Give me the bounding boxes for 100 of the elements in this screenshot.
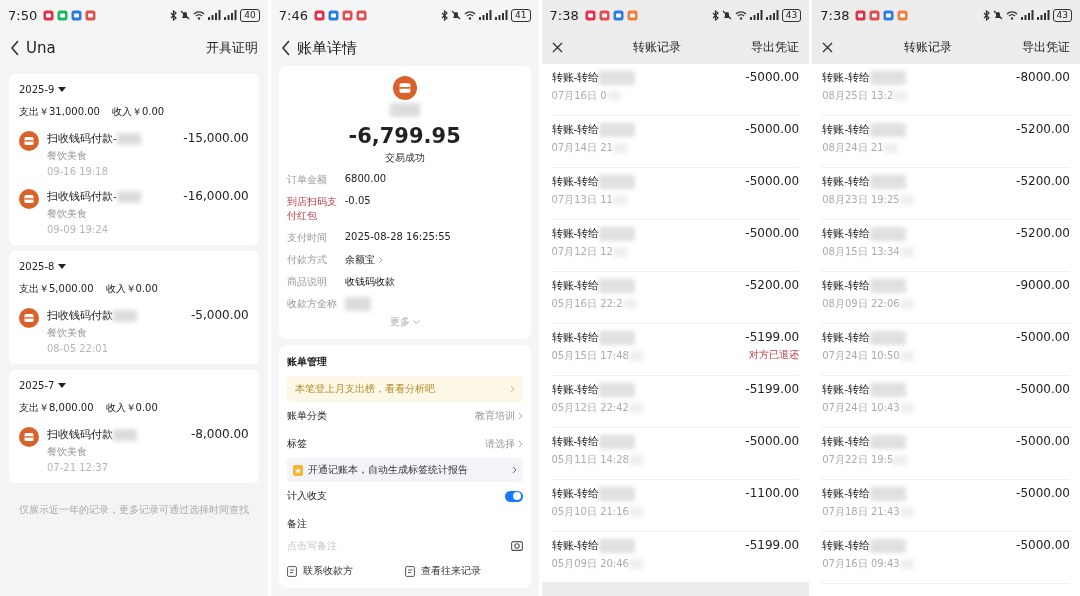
close-icon[interactable] [551,41,563,53]
contact-payee-link[interactable]: 联系收款方 [286,565,405,578]
signal-icon [765,10,779,20]
transfer-date: 05月10日 21:16 [551,505,629,519]
chevron-right-icon [509,385,515,393]
income-total: 收入￥0.00 [105,401,158,415]
app-notification-icon [327,9,339,21]
signal-icon [479,10,493,20]
history-link[interactable]: 查看往来记录 [404,565,523,578]
field-value: 6800.00 [344,173,387,184]
row-label: 计入收支 [286,489,328,503]
section-title: 账单管理 [286,355,328,369]
transfer-row[interactable]: 转账-转给 08月15日 13:34 -5200.00 [822,220,1070,272]
redaction-blur [113,428,137,441]
redaction-blur [389,103,420,117]
redaction-blur [870,434,907,449]
transaction-row[interactable]: 扫收钱码付款- 餐饮美食 09-16 19:18 -15,000.00 [19,125,249,183]
transaction-row[interactable]: 扫收钱码付款- 餐饮美食 09-09 19:24 -16,000.00 [19,183,249,241]
transfer-row[interactable]: 转账-转给 05月10日 21:16 -1100.00 [551,480,800,532]
payment-icon [392,76,417,100]
certificate-link[interactable]: 开具证明 [205,39,258,57]
redaction-blur [870,278,907,293]
row-value: 请选择 [484,437,515,451]
transfer-date: 07月16日 0 [551,89,607,103]
transfer-amount: -5000.00 [745,174,800,188]
signal-icon [224,10,238,20]
transaction-time: 08-05 22:01 [47,343,110,354]
camera-icon[interactable] [510,540,523,551]
transfer-date: 07月14日 21 [551,141,613,155]
redaction-blur [117,132,141,145]
tag-row[interactable]: 标签 请选择 [286,430,523,458]
transfer-row[interactable]: 转账-转给 07月22日 19:5 -5000.00 [822,428,1070,480]
transfer-row[interactable]: 转账-转给 08月24日 21 -5200.00 [822,116,1070,168]
month-selector[interactable]: 2025-7 [19,380,67,391]
transfer-row[interactable]: 转账-转给 08月25日 13:2 -8000.00 [822,64,1070,116]
close-icon[interactable] [822,41,834,53]
transfer-row[interactable]: 转账-转给 07月13日 11 -5000.00 [551,168,800,220]
back-icon[interactable] [10,40,20,56]
expense-total: 支出￥31,000.00 [19,105,100,119]
app-notification-icon [341,9,353,21]
dropdown-icon [58,264,67,269]
transfer-title: 转账-转给 [551,486,600,501]
transfer-row[interactable]: 转账-转给 07月16日 0 -5000.00 [551,64,800,116]
transfer-row[interactable]: 转账-转给 07月18日 21:43 -5000.00 [822,480,1070,532]
transfer-row[interactable]: 转账-转给 07月12日 12 -5000.00 [551,220,800,272]
transfer-date: 07月16日 09:43 [822,557,900,571]
include-toggle[interactable] [504,490,523,502]
transfer-title: 转账-转给 [822,434,871,449]
transfer-title: 转账-转给 [551,434,600,449]
transfer-row[interactable]: 转账-转给 05月11日 14:28 -5000.00 [551,428,800,480]
redaction-blur [599,330,636,345]
transfer-title: 转账-转给 [822,226,871,241]
transfer-row[interactable]: 转账-转给 07月16日 09:43 -5000.00 [822,532,1070,584]
notebook-icon [292,464,303,476]
app-notification-icon [43,9,55,21]
transfer-row[interactable]: 转账-转给 07月24日 10:50 -5000.00 [822,324,1070,376]
chevron-right-icon [511,466,517,474]
month-selector[interactable]: 2025-8 [19,261,67,272]
transfer-row[interactable]: 转账-转给 07月24日 10:43 -5000.00 [822,376,1070,428]
transfer-amount: -5200.00 [1016,122,1070,136]
transfer-amount: -5199.00 [745,382,800,396]
category-row[interactable]: 账单分类 教育培训 [286,402,523,430]
redaction-blur [117,190,141,203]
payment-icon [19,189,39,209]
redaction-blur [599,486,636,501]
export-voucher-link[interactable]: 导出凭证 [1022,38,1070,56]
payment-icon [19,308,39,328]
transaction-category: 餐饮美食 [47,445,88,459]
battery-level: 43 [781,8,802,22]
redaction-blur [599,434,636,449]
bluetooth-icon [711,9,719,21]
bookkeeping-banner[interactable]: 开通记账本，自动生成标签统计报告 [286,458,523,482]
payment-amount: -6,799.95 [348,124,461,148]
transfer-row[interactable]: 转账-转给 05月12日 22:42 -5199.00 [551,376,800,428]
app-notification-icon [85,9,97,21]
back-icon[interactable] [280,40,291,56]
app-notification-icon [883,9,895,21]
payment-method-link[interactable]: 余额宝 [344,253,383,267]
transfer-amount: -5200.00 [1016,174,1070,188]
transfer-row[interactable]: 转账-转给 08月09日 22:06 -9000.00 [822,272,1070,324]
mute-icon [180,10,191,20]
transfer-title: 转账-转给 [822,486,871,501]
transfer-title: 转账-转给 [822,538,871,553]
transaction-row[interactable]: 扫收钱码付款 餐饮美食 08-05 22:01 -5,000.00 [19,302,249,360]
status-time: 7:38 [549,7,579,23]
month-selector[interactable]: 2025-9 [19,84,67,95]
transfer-row[interactable]: 转账-转给 05月15日 17:48 -5199.00 对方已退还 [551,324,800,376]
transaction-category: 餐饮美食 [47,149,88,163]
export-voucher-link[interactable]: 导出凭证 [751,38,800,56]
field-label: 收款方全称 [286,297,338,311]
transfer-row[interactable]: 转账-转给 08月23日 19:25 -5200.00 [822,168,1070,220]
transaction-row[interactable]: 扫收钱码付款 餐饮美食 07-21 12:37 -8,000.00 [19,421,249,479]
app-notification-icon [626,9,638,21]
redaction-blur [870,486,907,501]
transfer-row[interactable]: 转账-转给 07月14日 21 -5000.00 [551,116,800,168]
transfer-amount: -8000.00 [1016,70,1070,84]
transfer-row[interactable]: 转账-转给 05月16日 22:2 -5200.00 [551,272,800,324]
redaction-blur [344,297,371,311]
transfer-date: 07月24日 10:50 [822,349,900,363]
payment-icon [19,131,39,151]
